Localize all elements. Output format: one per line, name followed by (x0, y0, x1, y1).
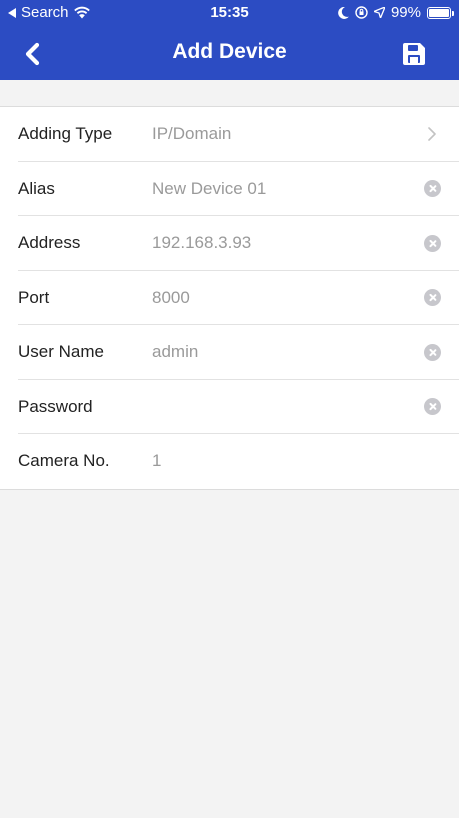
port-label: Port (18, 287, 50, 307)
adding-type-label: Adding Type (18, 124, 113, 144)
clear-icon[interactable] (423, 289, 441, 307)
device-form: Adding Type IP/Domain Alias New Device 0… (0, 106, 459, 490)
port-clear-button[interactable] (423, 289, 441, 307)
nav-bar: Add Device (0, 26, 459, 80)
save-button[interactable] (399, 39, 429, 69)
user-name-field[interactable]: admin (152, 342, 198, 362)
address-field[interactable]: 192.168.3.93 (152, 233, 251, 253)
address-row: Address 192.168.3.93 (0, 216, 459, 271)
camera-no-label: Camera No. (18, 451, 110, 471)
clear-icon[interactable] (423, 343, 441, 361)
alias-field[interactable]: New Device 01 (152, 179, 266, 199)
status-bar: Search 15:35 99% (0, 0, 459, 26)
password-clear-button[interactable] (423, 398, 441, 416)
clear-icon[interactable] (423, 234, 441, 252)
user-name-row: User Name admin (0, 325, 459, 380)
adding-type-value: IP/Domain (152, 124, 232, 144)
user-name-clear-button[interactable] (423, 343, 441, 361)
camera-no-row: Camera No. 1 (0, 434, 459, 489)
battery-icon (427, 6, 454, 19)
header: Search 15:35 99% Add Device (0, 0, 459, 80)
chevron-right-icon[interactable] (423, 125, 441, 143)
password-row: Password (0, 380, 459, 435)
camera-no-field[interactable]: 1 (152, 451, 161, 471)
address-clear-button[interactable] (423, 234, 441, 252)
battery-percent: 99% (390, 4, 421, 21)
password-label: Password (18, 396, 93, 416)
clear-icon[interactable] (423, 180, 441, 198)
alias-clear-button[interactable] (423, 180, 441, 198)
floppy-disk-icon (403, 43, 425, 65)
alias-label: Alias (18, 178, 55, 198)
page-title: Add Device (172, 40, 287, 63)
alias-row: Alias New Device 01 (0, 162, 459, 217)
clear-icon[interactable] (423, 398, 441, 416)
moon-icon (338, 6, 349, 19)
address-label: Address (18, 233, 81, 253)
port-row: Port 8000 (0, 271, 459, 326)
user-name-label: User Name (18, 342, 104, 362)
port-field[interactable]: 8000 (152, 288, 190, 308)
status-indicators: 99% (338, 4, 454, 21)
adding-type-row[interactable]: Adding Type IP/Domain (0, 107, 459, 162)
location-icon (373, 7, 385, 18)
orientation-lock-icon (355, 6, 368, 19)
